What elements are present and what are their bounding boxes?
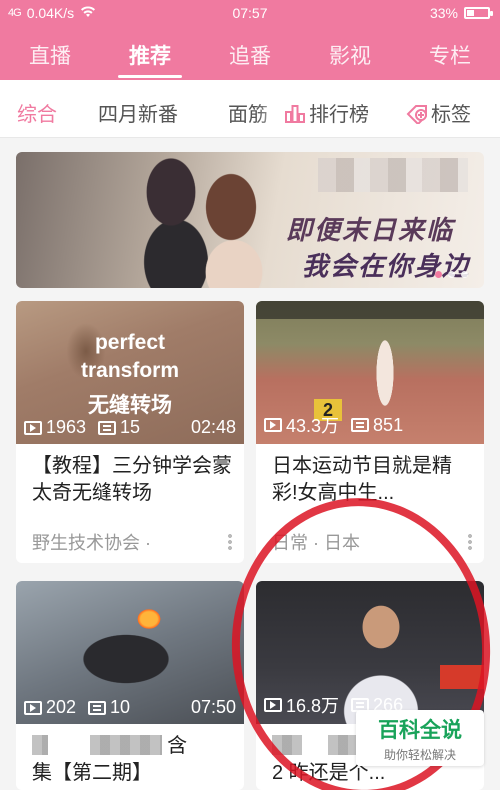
video-stats: 202 10 07:50: [24, 697, 236, 718]
more-options-icon[interactable]: [228, 533, 232, 551]
watermark-logo: 百科全说 助你轻松解决: [356, 710, 484, 766]
video-thumbnail: 2 43.3万 851: [256, 301, 484, 444]
promo-banner[interactable]: 即便末日来临 我会在你身边: [16, 152, 484, 288]
category-all[interactable]: 综合: [17, 98, 57, 127]
danmaku-count: 10: [110, 697, 131, 717]
video-title: 【教程】三分钟学会蒙太奇无缝转场: [32, 455, 232, 504]
danmaku-icon: [98, 420, 117, 435]
tags-button[interactable]: 标签: [406, 98, 471, 127]
category-april-anime[interactable]: 四月新番: [98, 98, 178, 127]
play-count-icon: [24, 420, 42, 435]
play-count: 43.3万: [286, 416, 340, 436]
main-tabs: 直播 推荐 追番 影视 专栏: [0, 28, 500, 80]
play-count-icon: [24, 700, 42, 715]
play-count: 16.8万: [286, 696, 340, 716]
video-stats: 43.3万 851: [264, 412, 476, 438]
danmaku-count: 851: [373, 414, 404, 435]
banner-headline-1: 即便末日来临: [286, 215, 455, 245]
video-thumbnail: perfect transform 无缝转场 1963 15 02:48: [16, 301, 244, 444]
top-app-bar: 4G 0.04K/s 07:57 33% 直播 推荐 追番 影视 专栏: [0, 0, 500, 80]
clock: 07:57: [232, 5, 268, 21]
tab-following-anime[interactable]: 追番: [200, 28, 300, 80]
redacted-text: [32, 735, 48, 755]
carousel-dot[interactable]: [435, 271, 442, 278]
banner-character-female: [186, 162, 276, 288]
video-thumbnail: 202 10 07:50: [16, 581, 244, 724]
video-card[interactable]: 202 10 07:50 含 集【第二期】: [16, 581, 244, 790]
thumbnail-caption: perfect: [94, 331, 166, 354]
tab-live[interactable]: 直播: [0, 28, 100, 80]
tab-recommend[interactable]: 推荐: [100, 28, 200, 80]
play-count: 1963: [46, 417, 87, 437]
carousel-indicator: [435, 271, 468, 278]
video-duration: 02:48: [190, 417, 236, 437]
video-thumbnail: 16.8万 266: [256, 581, 484, 724]
category-bar: 综合 四月新番 面筋 排行榜 标签: [0, 80, 500, 138]
thumbnail-caption: transform: [80, 359, 180, 382]
danmaku-count: 15: [120, 417, 141, 437]
watermark-title: 百科全说: [378, 719, 462, 742]
more-options-icon[interactable]: [468, 533, 472, 551]
blurred-logo: [318, 158, 468, 192]
carousel-dot[interactable]: [448, 271, 455, 278]
status-bar: 4G 0.04K/s 07:57 33%: [0, 0, 500, 28]
video-card[interactable]: 2 43.3万 851 日本运动节目就是精彩!女高中生... 日常 · 日本: [256, 301, 484, 563]
play-count-icon: [264, 418, 282, 432]
video-category: 日常 · 日本: [272, 533, 360, 553]
video-card[interactable]: perfect transform 无缝转场 1963 15 02:48 【教程…: [16, 301, 244, 563]
ranking-button[interactable]: 排行榜: [284, 98, 369, 127]
danmaku-icon: [351, 418, 370, 432]
redacted-text: [272, 735, 302, 755]
danmaku-icon: [88, 700, 107, 715]
redacted-text: [89, 735, 162, 755]
play-count: 202: [46, 697, 77, 717]
video-title: 日本运动节目就是精彩!女高中生...: [272, 455, 452, 504]
tag-icon: [406, 104, 427, 126]
video-title: 含 集【第二期】: [32, 735, 188, 784]
battery-icon: [464, 7, 493, 19]
tab-movies[interactable]: 影视: [300, 28, 400, 80]
video-stats: 1963 15 02:48: [24, 417, 236, 438]
battery-percent: 33%: [429, 5, 458, 21]
video-category: 野生技术协会 ·: [32, 533, 151, 553]
watermark-subtitle: 助你轻松解决: [383, 748, 456, 762]
ranking-icon: [284, 104, 305, 124]
play-count-icon: [264, 698, 282, 712]
carousel-dot[interactable]: [461, 271, 468, 278]
video-duration: 07:50: [190, 697, 236, 717]
thumbnail-caption: 无缝转场: [88, 394, 172, 417]
tab-columns[interactable]: 专栏: [400, 28, 500, 80]
